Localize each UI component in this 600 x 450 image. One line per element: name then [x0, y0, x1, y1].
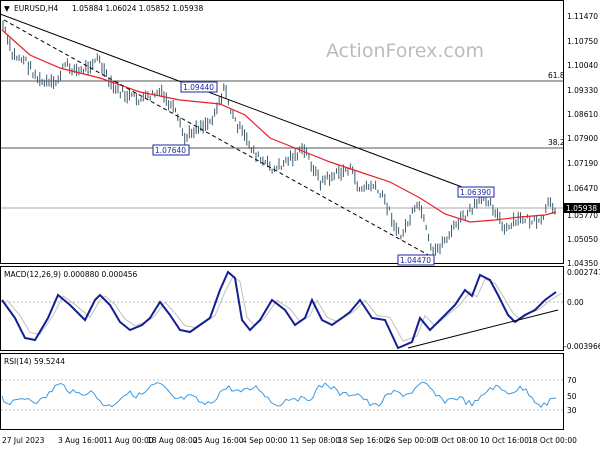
price-tick: 1.04350: [567, 259, 598, 268]
time-tick: 27 Jul 2023: [2, 436, 45, 445]
rsi-tick: 30: [567, 406, 577, 415]
time-tick: 4 Sep 00:00: [242, 436, 288, 445]
time-tick: 26 Sep 00:00: [386, 436, 436, 445]
rsi-tick: 50: [567, 392, 577, 401]
time-tick: 18 Aug 08:00: [147, 436, 198, 445]
svg-text:1.06390: 1.06390: [460, 188, 491, 197]
time-tick: 25 Aug 16:00: [193, 436, 244, 445]
time-tick: 3 Oct 08:00: [434, 436, 478, 445]
price-tick: 1.07900: [567, 134, 598, 143]
time-tick: 11 Sep 08:00: [290, 436, 340, 445]
time-tick: 10 Oct 16:00: [480, 436, 529, 445]
fib-38-2-label: 38.2: [548, 138, 565, 147]
fib-61-8-label: 61.8: [548, 71, 565, 80]
time-axis: 27 Jul 2023 3 Aug 16:00 11 Aug 00:00 18 …: [2, 436, 577, 445]
chart-window[interactable]: ActionForex.com ▼ EURUSD,H4 1.05884 1.06…: [0, 0, 600, 450]
annotation-1-06390: 1.06390: [457, 186, 495, 198]
macd-tick: 0.002747: [567, 268, 600, 277]
macd-tick: 0.00: [567, 298, 584, 307]
svg-text:1.07640: 1.07640: [155, 146, 186, 155]
svg-text:1.09440: 1.09440: [183, 83, 214, 92]
price-tick: 1.11470: [567, 12, 598, 21]
svg-text:1.04470: 1.04470: [400, 256, 431, 265]
watermark: ActionForex.com: [326, 40, 484, 62]
price-tick: 1.10750: [567, 37, 598, 46]
price-tick: 1.07190: [567, 159, 598, 168]
macd-tick: -0.003966: [564, 342, 600, 351]
symbol-label: EURUSD,H4: [14, 4, 58, 13]
rsi-tick: 70: [567, 376, 577, 385]
price-tick: 1.10040: [567, 61, 598, 70]
current-price-tag: 1.05938: [564, 203, 600, 213]
annotation-1-04470: 1.04470: [397, 254, 435, 266]
price-tick: 1.08610: [567, 110, 598, 119]
annotation-1-07640: 1.07640: [152, 144, 190, 156]
ohlc-values: 1.05884 1.06024 1.05852 1.05938: [72, 4, 203, 13]
time-tick: 3 Aug 16:00: [58, 436, 104, 445]
rsi-title: RSI(14) 59.5244: [4, 357, 65, 366]
time-tick: 18 Oct 00:00: [528, 436, 577, 445]
annotation-1-09440: 1.09440: [180, 81, 218, 93]
price-tick: 1.06470: [567, 184, 598, 193]
price-tick: 1.05050: [567, 235, 598, 244]
macd-title: MACD(12,26,9) 0.000880 0.000456: [4, 270, 138, 279]
collapse-arrow-icon[interactable]: ▼: [4, 4, 10, 13]
price-tick: 1.09330: [567, 86, 598, 95]
svg-text:1.05938: 1.05938: [566, 204, 597, 213]
time-tick: 18 Sep 16:00: [338, 436, 388, 445]
